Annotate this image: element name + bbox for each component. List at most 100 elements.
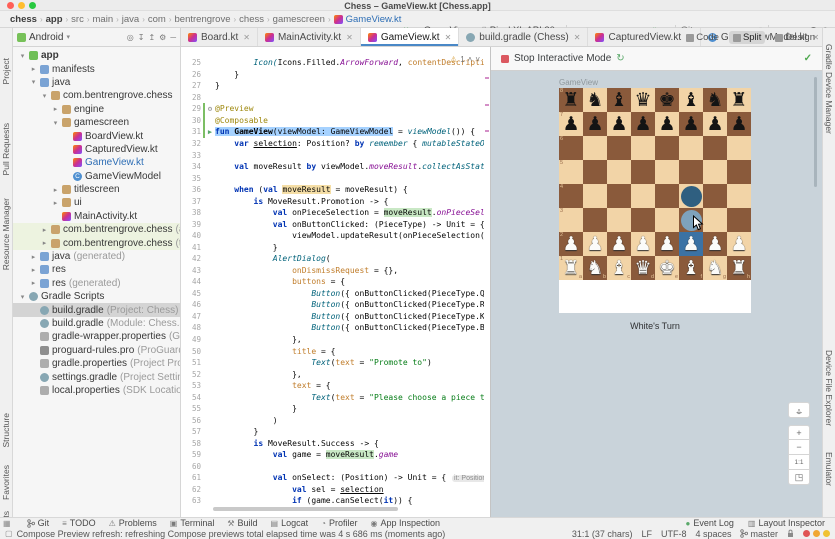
square-b6[interactable] [583,136,607,160]
prev-issue-icon[interactable]: ˄ [468,55,473,64]
square-e4[interactable] [655,184,679,208]
square-h4[interactable] [727,184,751,208]
square-g3[interactable] [703,208,727,232]
square-c5[interactable] [607,160,631,184]
tree-item-build-gradle[interactable]: build.gradle (Project: Chess) [13,303,180,316]
tree-item-settings-gradle[interactable]: settings.gradle (Project Settings) [13,370,180,383]
square-g1[interactable]: g♞ [703,256,727,280]
code-line-55[interactable]: 55} [181,403,484,415]
run-preview-icon[interactable]: ▶ [205,128,215,136]
toolwindow-button-git[interactable]: Git [27,518,50,528]
toolwindow-button-event-log[interactable]: ●Event Log [686,518,734,528]
square-a4[interactable]: 4 [559,184,583,208]
code-line-29[interactable]: 29⚙@Preview [181,103,484,115]
tree-item-ui[interactable]: ▸ui [13,196,180,209]
code-line-31[interactable]: 31▶fun GameView(viewModel: GameViewModel… [181,126,484,138]
code-line-38[interactable]: 38val onPieceSelection = moveResult.onPi… [181,207,484,219]
tree-item-titlescreen[interactable]: ▸titlescreen [13,183,180,196]
code-area[interactable]: 25Icon(Icons.Filled.ArrowForward, conten… [181,57,484,507]
code-line-60[interactable]: 60 [181,461,484,473]
square-c4[interactable] [607,184,631,208]
code-line-46[interactable]: 46Button({ onButtonClicked(PieceType.Roo… [181,299,484,311]
square-c7[interactable]: ♟ [607,112,631,136]
square-e6[interactable] [655,136,679,160]
code-line-45[interactable]: 45Button({ onButtonClicked(PieceType.Que… [181,288,484,300]
tree-item-gradle-wrapper-properties[interactable]: gradle-wrapper.properties (Gradle Versio… [13,330,180,343]
tool-strip-pull-requests[interactable]: Pull Requests [1,123,11,175]
square-e8[interactable]: ♚ [655,88,679,112]
tree-item-java[interactable]: ▸java (generated) [13,250,180,263]
tool-strip-project[interactable]: Project [1,58,11,84]
square-c1[interactable]: c♝ [607,256,631,280]
square-a2[interactable]: 2♟ [559,232,583,256]
code-line-49[interactable]: 49}, [181,334,484,346]
tree-item-gameviewmodel[interactable]: CGameViewModel [13,170,180,183]
close-tab-icon[interactable]: ✕ [243,33,250,42]
stop-interactive-mode-button[interactable]: Stop Interactive Mode [514,53,611,64]
tab-build-gradle-chess-[interactable]: build.gradle (Chess)✕ [459,28,588,46]
tree-item-build-gradle[interactable]: build.gradle (Module: Chess.app) [13,317,180,330]
square-e7[interactable]: ♟ [655,112,679,136]
tree-item-com-bentrengrove-chess[interactable]: ▾com.bentrengrove.chess [13,89,180,102]
git-branch-widget[interactable]: master [740,529,778,539]
zoom-in-button[interactable]: + [788,425,810,440]
toolwindow-button-logcat[interactable]: ▤Logcat [271,518,309,528]
pan-button[interactable]: ↔↕ [788,402,810,418]
breadcrumb-item[interactable]: chess [239,14,264,25]
square-f5[interactable] [679,160,703,184]
square-d4[interactable] [631,184,655,208]
toolwindow-button-terminal[interactable]: ▣Terminal [170,518,215,528]
mode-code[interactable]: Code [682,31,723,44]
code-line-30[interactable]: 30@Composable [181,115,484,127]
square-f1[interactable]: f♝ [679,256,703,280]
code-line-43[interactable]: 43onDismissRequest = {}, [181,265,484,277]
tree-item-capturedview-kt[interactable]: CapturedView.kt [13,143,180,156]
code-line-37[interactable]: 37is MoveResult.Promotion -> { [181,195,484,207]
tree-item-mainactivity-kt[interactable]: MainActivity.kt [13,210,180,223]
code-line-54[interactable]: 54Text(text = "Please choose a piece typ… [181,391,484,403]
tool-strip-gradle[interactable]: Gradle [824,44,834,70]
square-a6[interactable]: 6 [559,136,583,160]
tree-item-engine[interactable]: ▸engine [13,103,180,116]
square-e2[interactable]: ♟ [655,232,679,256]
breadcrumb-item[interactable]: main [93,14,114,25]
tree-item-gameview-kt[interactable]: GameView.kt [13,156,180,169]
tool-strip-structure[interactable]: Structure [1,413,11,448]
tool-strip-emulator[interactable]: Emulator [824,452,834,486]
close-tab-icon[interactable]: ✕ [445,33,452,42]
square-b7[interactable]: ♟ [583,112,607,136]
file-encoding[interactable]: UTF-8 [661,529,687,539]
breadcrumb-item[interactable]: src [71,14,84,25]
code-line-61[interactable]: 61val onSelect: (Position) -> Unit = { i… [181,472,484,484]
scroll-down-icon[interactable]: ↧ [138,33,145,42]
square-f2[interactable]: ♟ [679,232,703,256]
code-line-63[interactable]: 63if (game.canSelect(it)) { [181,495,484,507]
tree-item-gradle-properties[interactable]: gradle.properties (Project Properties) [13,357,180,370]
square-a5[interactable]: 5 [559,160,583,184]
tab-mainactivity-kt[interactable]: MainActivity.kt✕ [258,28,361,46]
square-g7[interactable]: ♟ [703,112,727,136]
square-c3[interactable] [607,208,631,232]
horizontal-scrollbar[interactable] [213,507,398,511]
tree-item-manifests[interactable]: ▸manifests [13,62,180,75]
square-d7[interactable]: ♟ [631,112,655,136]
square-e5[interactable] [655,160,679,184]
code-line-42[interactable]: 42AlertDialog( [181,253,484,265]
code-line-58[interactable]: 58is MoveResult.Success -> { [181,438,484,450]
tree-item-res[interactable]: ▸res (generated) [13,277,180,290]
zoom-to-fit-button[interactable]: ◳ [788,470,810,485]
square-f7[interactable]: ♟ [679,112,703,136]
toolwindow-button-build[interactable]: ⚒Build [227,518,257,528]
tree-item-gamescreen[interactable]: ▾gamescreen [13,116,180,129]
square-d1[interactable]: d♛ [631,256,655,280]
refresh-icon[interactable]: ↻ [616,53,624,64]
toolwindow-button-app-inspection[interactable]: ◉App Inspection [371,518,441,528]
code-line-44[interactable]: 44buttons = { [181,276,484,288]
square-f6[interactable] [679,136,703,160]
tree-item-boardview-kt[interactable]: BoardView.kt [13,129,180,142]
square-a7[interactable]: 7♟ [559,112,583,136]
preview-scrollbar[interactable] [814,77,817,187]
square-d5[interactable] [631,160,655,184]
tree-item-com-bentrengrove-chess[interactable]: ▸com.bentrengrove.chess (androidTest) [13,223,180,236]
square-d2[interactable]: ♟ [631,232,655,256]
